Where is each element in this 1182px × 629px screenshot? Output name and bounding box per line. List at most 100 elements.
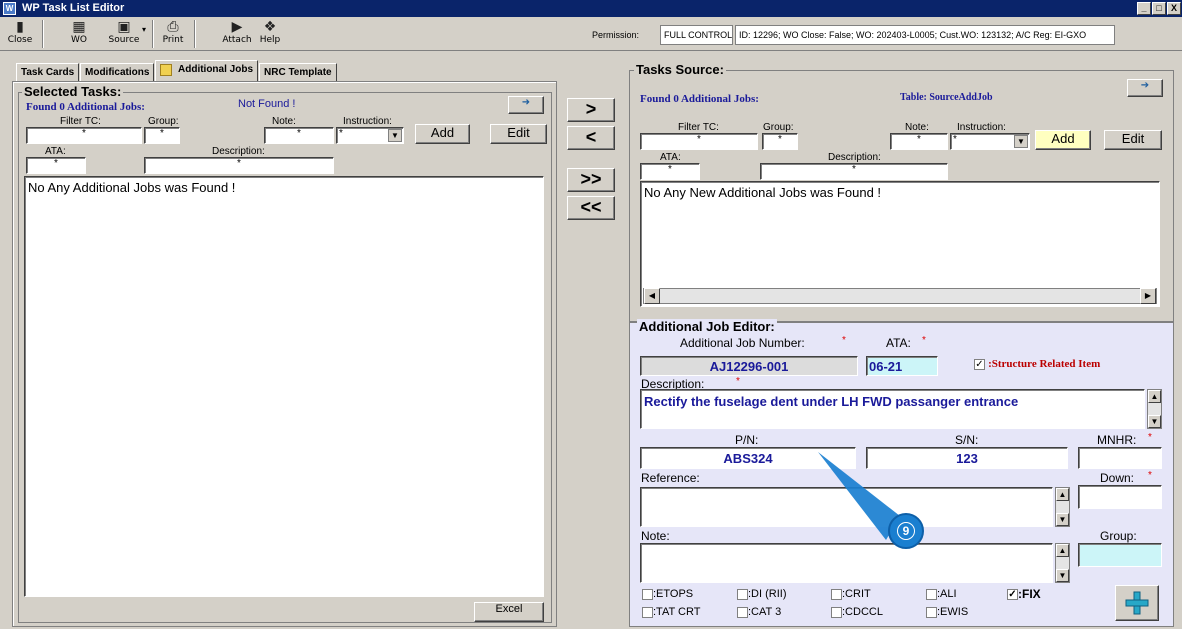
tab-task-cards[interactable]: Task Cards xyxy=(16,63,80,81)
down-label: Down: xyxy=(1100,471,1135,485)
editor-group-input[interactable] xyxy=(1078,543,1162,567)
horizontal-scrollbar[interactable]: ◀ ▶ xyxy=(643,288,1157,304)
wo-button[interactable]: ▦ WO xyxy=(64,19,94,49)
close-window-button[interactable]: X xyxy=(1167,2,1181,15)
mnhr-input[interactable] xyxy=(1078,447,1162,469)
note-editor-label: Note: xyxy=(641,529,670,543)
toolbar-separator xyxy=(42,20,44,48)
selected-arrow-button[interactable]: ➜ xyxy=(508,96,544,114)
source-instruction-select[interactable]: * ▼ xyxy=(950,133,1030,150)
dropdown-arrow-icon[interactable]: ▾ xyxy=(142,25,146,34)
instruction-select[interactable]: * ▼ xyxy=(336,127,404,144)
scroll-right-icon[interactable]: ▶ xyxy=(1140,288,1156,304)
editor-ata-label: ATA: xyxy=(886,336,911,350)
tab-additional-jobs[interactable]: Additional Jobs xyxy=(155,60,258,81)
ewis-checkbox[interactable]: :EWIS xyxy=(926,606,968,618)
source-group-input[interactable]: * xyxy=(762,133,798,150)
add-job-button[interactable] xyxy=(1115,585,1159,621)
di-rii-checkbox[interactable]: :DI (RII) xyxy=(737,588,787,600)
checkbox-icon xyxy=(926,606,937,618)
attach-button[interactable]: ▶ Attach xyxy=(220,19,254,49)
move-left-button[interactable]: < xyxy=(567,126,615,150)
tat-crt-checkbox[interactable]: :TAT CRT xyxy=(642,606,700,618)
fix-label: :FIX xyxy=(1018,587,1041,601)
source-found-count: Found 0 Additional Jobs: xyxy=(640,93,759,105)
permission-value: FULL CONTROL xyxy=(660,25,733,45)
move-all-right-button[interactable]: >> xyxy=(567,168,615,192)
reference-scrollbar[interactable]: ▲ ▼ xyxy=(1055,487,1070,527)
down-input[interactable] xyxy=(1078,485,1162,509)
structure-related-checkbox[interactable]: ✓ :Structure Related Item xyxy=(974,358,1100,370)
note-input[interactable]: * xyxy=(264,127,334,144)
tab-nrc-template[interactable]: NRC Template xyxy=(259,63,337,81)
required-marker: * xyxy=(842,335,846,346)
scroll-down-icon[interactable]: ▼ xyxy=(1148,415,1161,428)
selected-add-button[interactable]: Add xyxy=(415,124,470,144)
cdccl-checkbox[interactable]: :CDCCL xyxy=(831,606,883,618)
instruction-label: Instruction: xyxy=(343,116,392,127)
crit-checkbox[interactable]: :CRIT xyxy=(831,588,871,600)
move-all-left-button[interactable]: << xyxy=(567,196,615,220)
selected-jobs-list[interactable]: No Any Additional Jobs was Found ! xyxy=(24,176,544,597)
scroll-up-icon[interactable]: ▲ xyxy=(1056,488,1069,501)
source-description-input[interactable]: * xyxy=(760,163,948,180)
source-edit-button[interactable]: Edit xyxy=(1104,130,1162,150)
callout-number: 9 xyxy=(897,522,915,540)
scroll-up-icon[interactable]: ▲ xyxy=(1056,544,1069,557)
plus-icon xyxy=(1125,591,1149,615)
maximize-button[interactable]: □ xyxy=(1152,2,1166,15)
chevron-down-icon[interactable]: ▼ xyxy=(1014,135,1028,148)
minimize-button[interactable]: _ xyxy=(1137,2,1151,15)
structure-related-label: :Structure Related Item xyxy=(988,358,1101,370)
attach-icon: ▶ xyxy=(231,19,243,35)
chevron-down-icon[interactable]: ▼ xyxy=(388,129,402,142)
scroll-down-icon[interactable]: ▼ xyxy=(1056,569,1069,582)
source-filter-tc-label: Filter TC: xyxy=(678,122,719,133)
source-jobs-list[interactable]: No Any New Additional Jobs was Found ! ◀… xyxy=(640,181,1160,307)
source-instruction-label: Instruction: xyxy=(957,122,1006,133)
scroll-up-icon[interactable]: ▲ xyxy=(1148,390,1161,403)
etops-checkbox[interactable]: :ETOPS xyxy=(642,588,693,600)
wo-info: ID: 12296; WO Close: False; WO: 202403-L… xyxy=(735,25,1115,45)
note-scrollbar[interactable]: ▲ ▼ xyxy=(1055,543,1070,583)
help-button[interactable]: ❖ Help xyxy=(256,19,284,49)
editor-ata-input[interactable]: 06-21 xyxy=(866,356,938,376)
source-note-label: Note: xyxy=(905,122,929,133)
editor-description-input[interactable]: Rectify the fuselage dent under LH FWD p… xyxy=(640,389,1145,429)
source-filter-tc-input[interactable]: * xyxy=(640,133,758,150)
window-title: WP Task List Editor xyxy=(22,2,125,14)
app-icon: W xyxy=(3,2,16,15)
print-button[interactable]: ⎙ Print xyxy=(158,19,188,49)
checkmark-icon: ✓ xyxy=(1007,589,1018,601)
scroll-down-icon[interactable]: ▼ xyxy=(1056,513,1069,526)
fix-checkbox[interactable]: ✓:FIX xyxy=(1007,587,1041,601)
ali-checkbox[interactable]: :ALI xyxy=(926,588,957,600)
checkbox-icon xyxy=(831,606,842,618)
group-label: Group: xyxy=(148,116,179,127)
etops-label: :ETOPS xyxy=(653,588,694,600)
source-note-input[interactable]: * xyxy=(890,133,948,150)
description-input[interactable]: * xyxy=(144,157,334,174)
description-label: Description: xyxy=(212,146,265,157)
source-arrow-button[interactable]: ➔ xyxy=(1127,79,1163,97)
tab-modifications[interactable]: Modifications xyxy=(80,63,155,81)
checkbox-icon xyxy=(642,588,653,600)
selected-edit-button[interactable]: Edit xyxy=(490,124,547,144)
cat3-checkbox[interactable]: :CAT 3 xyxy=(737,606,781,618)
close-button[interactable]: ▮ Close xyxy=(4,19,36,49)
note-label: Note: xyxy=(272,116,296,127)
scroll-left-icon[interactable]: ◀ xyxy=(644,288,660,304)
permission-label: Permission: xyxy=(592,30,640,40)
excel-button[interactable]: Excel xyxy=(474,602,544,622)
move-right-button[interactable]: > xyxy=(567,98,615,122)
description-scrollbar[interactable]: ▲ ▼ xyxy=(1147,389,1162,429)
group-input[interactable]: * xyxy=(144,127,180,144)
filter-tc-input[interactable]: * xyxy=(26,127,142,144)
source-ata-input[interactable]: * xyxy=(640,163,700,180)
ata-input[interactable]: * xyxy=(26,157,86,174)
editor-group-label: Group: xyxy=(1100,529,1137,543)
source-add-button[interactable]: Add xyxy=(1035,130,1091,150)
checkbox-icon xyxy=(737,588,748,600)
source-button[interactable]: ▣ Source xyxy=(106,19,142,49)
required-marker: * xyxy=(1148,470,1152,481)
